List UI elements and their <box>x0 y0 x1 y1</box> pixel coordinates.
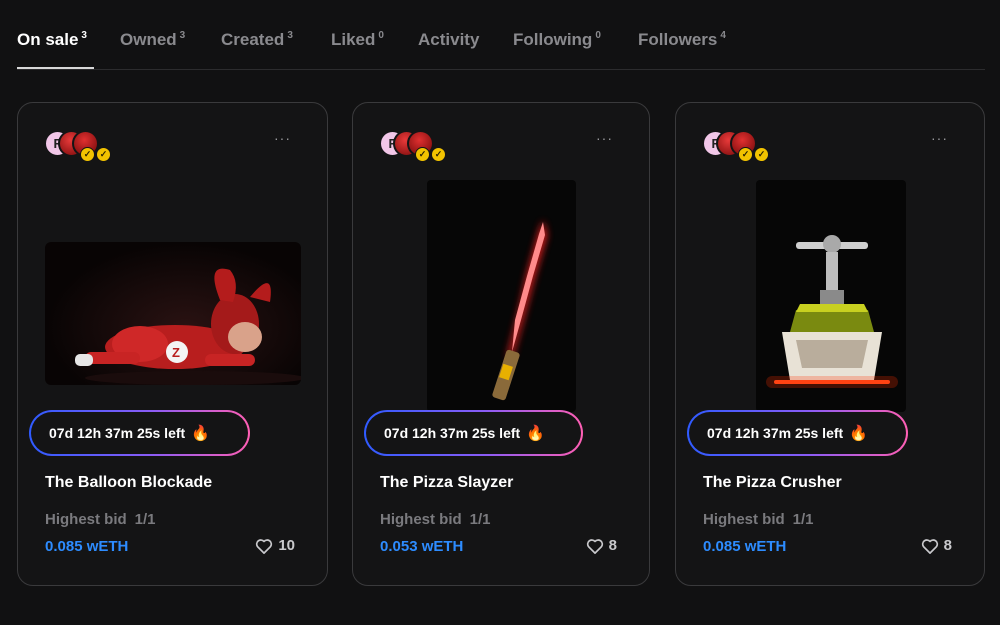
nft-title[interactable]: The Pizza Slayzer <box>380 474 513 492</box>
verified-check-icon: ✓ <box>415 147 430 162</box>
pizza-press-image <box>766 235 898 388</box>
auction-countdown: 07d 12h 37m 25s left 🔥 <box>364 410 583 456</box>
like-button[interactable]: 10 <box>255 537 295 554</box>
bid-price: 0.085 wETH <box>45 538 129 555</box>
edition-count: 1/1 <box>134 511 156 528</box>
tab-followers[interactable]: Followers 4 <box>638 30 726 50</box>
verified-check-icon: ✓ <box>431 147 446 162</box>
nft-card[interactable]: F ✓ ✓ ··· 07d 12h 37m 25s left 🔥 The Pizz… <box>352 102 650 586</box>
svg-text:Z: Z <box>172 345 180 360</box>
heart-icon <box>586 538 603 554</box>
tabs-divider <box>17 69 985 70</box>
auction-countdown: 07d 12h 37m 25s left 🔥 <box>687 410 908 456</box>
tab-activity[interactable]: Activity <box>418 30 479 50</box>
tab-on-sale[interactable]: On sale 3 <box>17 30 87 50</box>
verified-check-icon: ✓ <box>754 147 769 162</box>
tab-owned[interactable]: Owned 3 <box>120 30 185 50</box>
heart-icon <box>921 538 938 554</box>
like-button[interactable]: 8 <box>586 537 617 554</box>
nft-title[interactable]: The Balloon Blockade <box>45 474 212 492</box>
fire-icon: 🔥 <box>191 425 210 442</box>
profile-tabs: On sale 3 Owned 3 Created 3 Liked 0 Activity… <box>0 0 1000 72</box>
nft-image[interactable]: Z <box>45 242 301 385</box>
countdown-text: 07d 12h 37m 25s left <box>707 425 844 441</box>
tab-created[interactable]: Created 3 <box>221 30 293 50</box>
countdown-text: 07d 12h 37m 25s left <box>384 425 521 441</box>
edition-count: 1/1 <box>792 511 814 528</box>
highest-bid-label: Highest bid 1/1 <box>45 511 156 528</box>
nft-card[interactable]: F ✓ ✓ ··· Z 07d 12h 37m 25s left 🔥 The Ba… <box>17 102 328 586</box>
heart-icon <box>256 538 273 554</box>
more-options-icon[interactable]: ··· <box>931 131 948 145</box>
bid-price: 0.053 wETH <box>380 538 464 555</box>
verified-check-icon: ✓ <box>80 147 95 162</box>
nft-image[interactable] <box>756 180 906 412</box>
like-button[interactable]: 8 <box>921 537 952 554</box>
verified-check-icon: ✓ <box>96 147 111 162</box>
edition-count: 1/1 <box>469 511 491 528</box>
tab-following[interactable]: Following 0 <box>513 30 601 50</box>
countdown-text: 07d 12h 37m 25s left <box>49 425 186 441</box>
more-options-icon[interactable]: ··· <box>274 131 291 145</box>
auction-countdown: 07d 12h 37m 25s left 🔥 <box>29 410 250 456</box>
bid-price: 0.085 wETH <box>703 538 787 555</box>
like-count: 10 <box>278 537 295 554</box>
owner-avatars[interactable]: F ✓ ✓ <box>379 127 459 163</box>
nft-card[interactable]: F ✓ ✓ ··· 07d 12h 37m 25s left 🔥 The Pizz… <box>675 102 985 586</box>
nft-title[interactable]: The Pizza Crusher <box>703 474 842 492</box>
verified-check-icon: ✓ <box>738 147 753 162</box>
fire-icon: 🔥 <box>849 425 868 442</box>
like-count: 8 <box>608 537 617 554</box>
owner-avatars[interactable]: F ✓ ✓ <box>702 127 782 163</box>
tab-liked[interactable]: Liked 0 <box>331 30 384 50</box>
glowing-sword-image <box>492 220 547 401</box>
nft-image[interactable] <box>427 180 576 412</box>
owner-avatars[interactable]: F ✓ ✓ <box>44 127 124 163</box>
mascot-figure-image: Z <box>75 268 301 385</box>
fire-icon: 🔥 <box>526 425 545 442</box>
highest-bid-label: Highest bid 1/1 <box>380 511 491 528</box>
like-count: 8 <box>943 537 952 554</box>
highest-bid-label: Highest bid 1/1 <box>703 511 814 528</box>
more-options-icon[interactable]: ··· <box>596 131 613 145</box>
